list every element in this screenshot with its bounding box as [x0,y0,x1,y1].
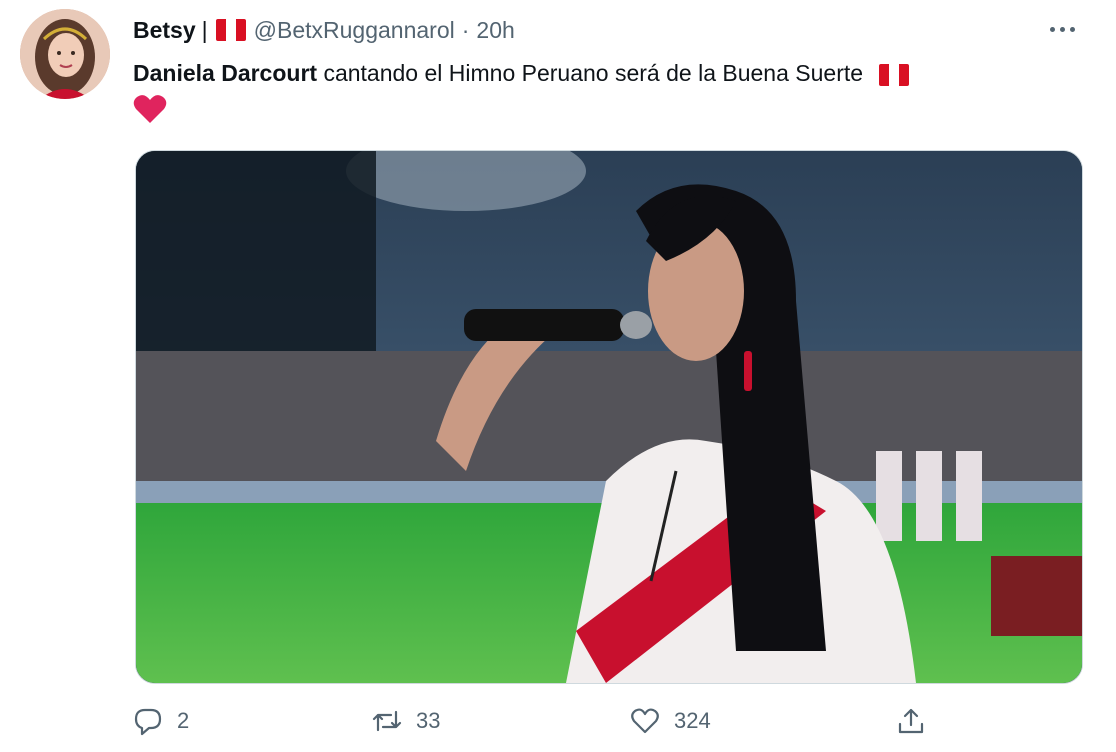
more-options-icon[interactable] [1042,14,1082,44]
author-handle[interactable]: @BetxRuggannarol [254,17,455,44]
name-separator: | [201,16,208,43]
share-button[interactable] [896,706,940,736]
tweet-header: Betsy | @BetxRuggannarol · 20h [133,15,515,45]
tweet-body: cantando el Himno Peruano será de la Bue… [317,60,864,86]
retweet-icon [372,710,402,732]
share-icon [898,708,924,734]
tweet-media-image[interactable] [135,150,1083,684]
tweet-text: Daniela Darcourt cantando el Himno Perua… [133,56,1093,124]
author-name[interactable]: Betsy [133,17,196,44]
like-count: 324 [674,708,711,733]
red-heart-emoji-icon [133,95,167,123]
reply-icon [134,708,162,736]
heart-icon [631,708,659,734]
reply-button[interactable]: 2 [133,706,189,736]
retweet-button[interactable]: 33 [372,706,440,736]
tweet-timestamp[interactable]: 20h [476,17,514,44]
mentioned-name: Daniela Darcourt [133,60,318,86]
meta-dot: · [461,16,470,43]
tweet-action-bar: 2 33 324 [0,706,1116,746]
peru-flag-emoji-icon [879,63,910,86]
reply-count: 2 [177,708,190,733]
like-button[interactable]: 324 [630,706,711,736]
retweet-count: 33 [416,708,441,733]
peru-flag-emoji-icon [215,19,246,41]
avatar[interactable] [20,9,110,99]
